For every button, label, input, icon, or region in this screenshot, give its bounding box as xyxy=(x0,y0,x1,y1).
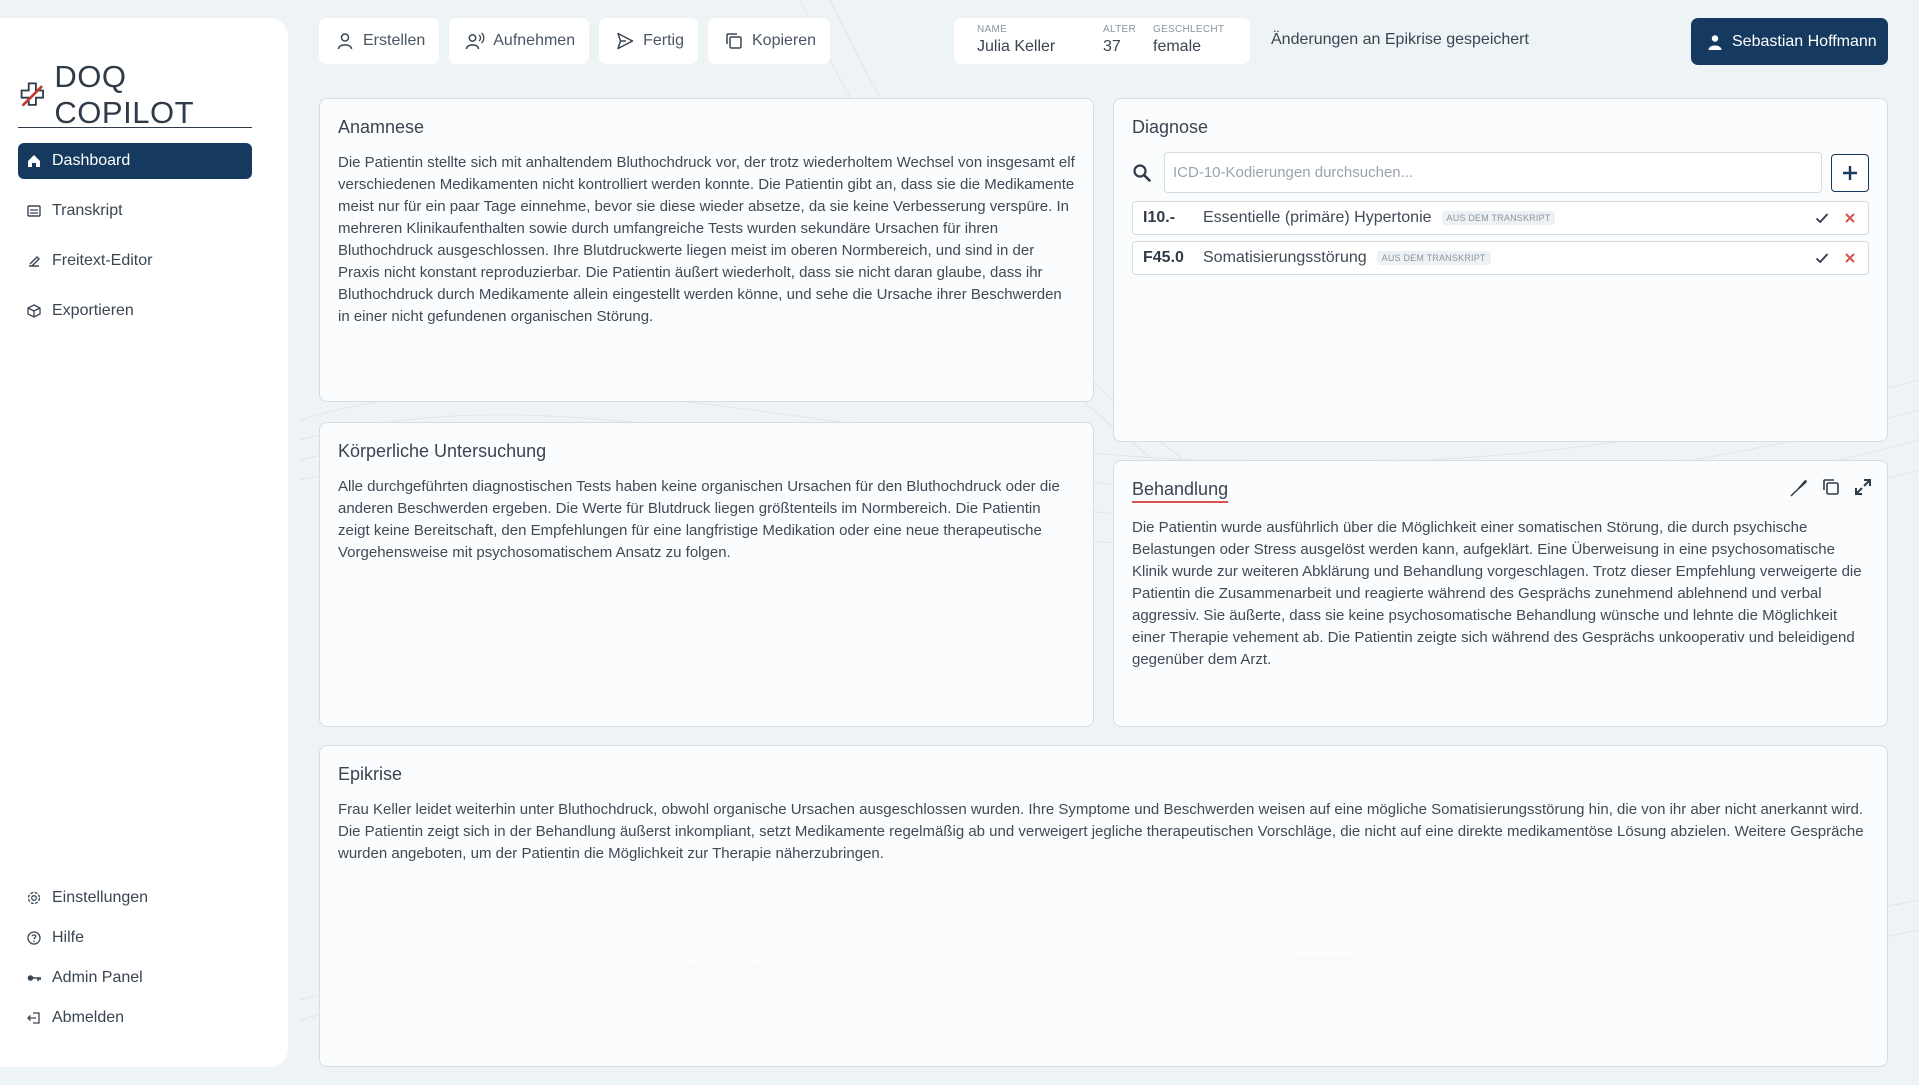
copy-button[interactable]: Kopieren xyxy=(708,18,831,64)
create-button-label: Erstellen xyxy=(363,32,426,49)
sidebar-item-hilfe[interactable]: Hilfe xyxy=(18,920,252,956)
sidebar-bottom-nav: Einstellungen Hilfe Admin Panel Abmelden xyxy=(18,880,252,1040)
anamnese-text[interactable]: Die Patientin stellte sich mit anhaltend… xyxy=(338,152,1075,328)
home-icon xyxy=(26,153,42,169)
patient-age-label: ALTER xyxy=(1103,24,1136,35)
confirm-check-icon[interactable] xyxy=(1814,210,1830,226)
user-name: Sebastian Hoffmann xyxy=(1732,32,1877,50)
search-icon xyxy=(1132,163,1152,183)
user-menu-button[interactable]: Sebastian Hoffmann xyxy=(1691,18,1888,65)
transcript-icon xyxy=(26,203,42,219)
sidebar-item-label: Freitext-Editor xyxy=(52,252,153,269)
send-icon xyxy=(615,31,635,51)
diagnosis-item: I10.- Essentielle (primäre) Hypertonie A… xyxy=(1132,201,1869,235)
gear-icon xyxy=(26,890,42,906)
source-badge: AUS DEM TRANSKRIPT xyxy=(1376,251,1491,265)
icd-search-row xyxy=(1132,152,1869,193)
toolbar: Erstellen Aufnehmen Fertig Kopieren xyxy=(319,18,831,64)
logo-mark-icon xyxy=(20,81,44,106)
diagnosis-actions xyxy=(1814,250,1858,266)
sidebar-item-label: Exportieren xyxy=(52,302,134,319)
sidebar-item-label: Einstellungen xyxy=(52,889,149,906)
sidebar-item-label: Dashboard xyxy=(52,152,131,169)
app-logo: DOQ COPILOT xyxy=(18,58,252,130)
diagnosis-name: Somatisierungsstörung xyxy=(1203,249,1367,266)
sidebar: DOQ COPILOT Dashboard Transkript Freitex… xyxy=(0,18,288,1067)
sidebar-item-dashboard[interactable]: Dashboard xyxy=(18,143,252,179)
treatment-text[interactable]: Die Patientin wurde ausführlich über die… xyxy=(1132,517,1869,671)
source-badge: AUS DEM TRANSKRIPT xyxy=(1441,211,1556,225)
patient-gender-label: GESCHLECHT xyxy=(1153,24,1225,35)
patient-gender: female xyxy=(1153,38,1202,55)
epicrisis-card: Epikrise Frau Keller leidet weiterhin un… xyxy=(319,745,1888,1067)
diagnosis-code: I10.- xyxy=(1143,209,1176,226)
anamnese-title: Anamnese xyxy=(338,117,425,137)
treatment-card: Behandlung Die Patientin wurde ausführli… xyxy=(1113,460,1888,727)
sidebar-item-transkript[interactable]: Transkript xyxy=(18,193,252,229)
voice-record-icon xyxy=(465,31,485,51)
diagnosis-card: Diagnose I10.- Essentielle (primäre) Hyp… xyxy=(1113,98,1888,442)
done-button-label: Fertig xyxy=(643,32,684,49)
export-icon xyxy=(26,303,42,319)
sidebar-item-label: Admin Panel xyxy=(52,969,143,986)
copy-icon[interactable] xyxy=(1821,477,1841,497)
physical-exam-title: Körperliche Untersuchung xyxy=(338,441,547,461)
remove-x-icon[interactable] xyxy=(1842,210,1858,226)
sidebar-item-label: Transkript xyxy=(52,202,123,219)
patient-name-label: NAME xyxy=(977,24,1008,35)
physical-exam-card: Körperliche Untersuchung Alle durchgefüh… xyxy=(319,422,1094,727)
icd-search-input[interactable] xyxy=(1164,152,1822,193)
copy-button-label: Kopieren xyxy=(752,32,817,49)
patient-name: Julia Keller xyxy=(977,38,1056,55)
sidebar-item-label: Abmelden xyxy=(52,1009,125,1026)
doctor-user-icon xyxy=(1707,34,1723,50)
user-add-icon xyxy=(335,31,355,51)
treatment-title-wrapper: Behandlung xyxy=(1132,479,1869,503)
editor-icon xyxy=(26,253,42,269)
key-icon xyxy=(26,970,42,986)
record-button-label: Aufnehmen xyxy=(493,32,576,49)
remove-x-icon[interactable] xyxy=(1842,250,1858,266)
record-button[interactable]: Aufnehmen xyxy=(449,18,590,64)
sidebar-item-einstellungen[interactable]: Einstellungen xyxy=(18,880,252,916)
physical-exam-text[interactable]: Alle durchgeführten diagnostischen Tests… xyxy=(338,476,1075,564)
diagnosis-name: Essentielle (primäre) Hypertonie xyxy=(1203,209,1432,226)
epicrisis-text[interactable]: Frau Keller leidet weiterhin unter Bluth… xyxy=(338,799,1869,865)
help-icon xyxy=(26,930,42,946)
diagnosis-code: F45.0 xyxy=(1143,249,1184,266)
treatment-title: Behandlung xyxy=(1132,479,1229,503)
sidebar-item-label: Hilfe xyxy=(52,929,85,946)
epicrisis-title: Epikrise xyxy=(338,764,403,784)
done-button[interactable]: Fertig xyxy=(599,18,698,64)
patient-age: 37 xyxy=(1103,38,1121,55)
patient-info: NAME Julia Keller ALTER 37 GESCHLECHT fe… xyxy=(954,18,1250,64)
expand-icon[interactable] xyxy=(1853,477,1873,497)
patient-gender-field: GESCHLECHT female xyxy=(1153,24,1224,64)
sidebar-item-admin-panel[interactable]: Admin Panel xyxy=(18,960,252,996)
create-button[interactable]: Erstellen xyxy=(319,18,440,64)
add-diagnosis-button[interactable] xyxy=(1831,153,1869,192)
sidebar-nav: Dashboard Transkript Freitext-Editor Exp… xyxy=(18,143,252,343)
treatment-tools xyxy=(1789,477,1873,497)
sidebar-item-exportieren[interactable]: Exportieren xyxy=(18,293,252,329)
anamnese-card: Anamnese Die Patientin stellte sich mit … xyxy=(319,98,1094,402)
plus-icon xyxy=(1841,164,1859,182)
sidebar-item-freitext-editor[interactable]: Freitext-Editor xyxy=(18,243,252,279)
save-status-message: Änderungen an Epikrise gespeichert xyxy=(1271,31,1529,48)
diagnosis-actions xyxy=(1814,210,1858,226)
logo-text: DOQ COPILOT xyxy=(54,58,195,130)
feather-pen-icon[interactable] xyxy=(1789,477,1809,497)
patient-name-field: NAME Julia Keller xyxy=(977,24,1103,64)
patient-age-field: ALTER 37 xyxy=(1103,24,1153,64)
diagnosis-title: Diagnose xyxy=(1132,117,1209,137)
logout-icon xyxy=(26,1010,42,1026)
sidebar-item-abmelden[interactable]: Abmelden xyxy=(18,1000,252,1036)
copy-icon xyxy=(724,31,744,51)
confirm-check-icon[interactable] xyxy=(1814,250,1830,266)
diagnosis-item: F45.0 Somatisierungsstörung AUS DEM TRAN… xyxy=(1132,241,1869,275)
